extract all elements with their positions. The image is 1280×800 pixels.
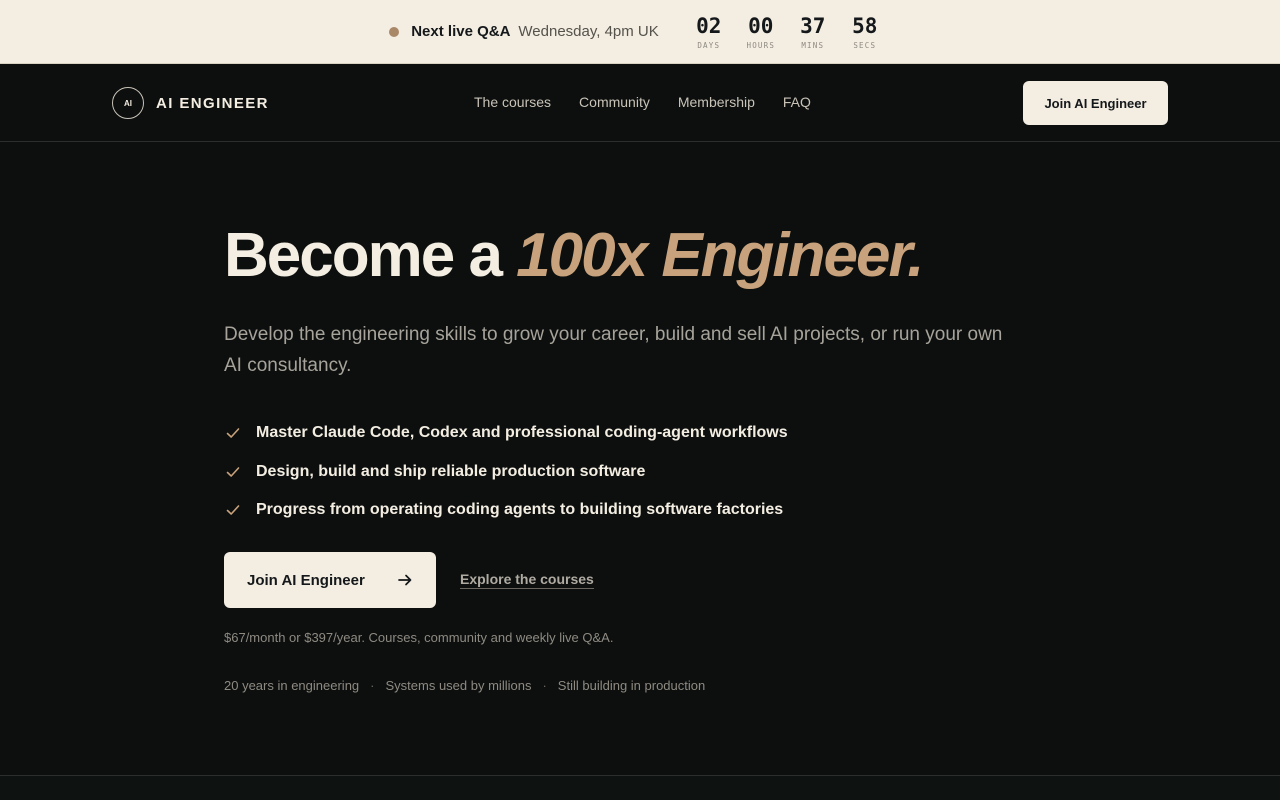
arrow-right-icon [398, 574, 412, 586]
credibility-stats: 20 years in engineering · Systems used b… [224, 678, 705, 693]
stat-item: 20 years in engineering [224, 678, 360, 693]
live-dot-icon [389, 26, 400, 37]
check-icon [226, 428, 240, 439]
countdown-label: SECS [853, 40, 877, 50]
feature-item: Progress from operating coding agents to… [224, 491, 788, 530]
live-qa-label: Next live Q&A [411, 23, 511, 40]
brand-mark-icon: AI [112, 87, 144, 119]
headline-accent: 100x Engineer. [516, 221, 924, 290]
announcement-bar: Next live Q&A Wednesday, 4pm UK 02 DAYS … [0, 0, 1280, 64]
cta-row: Join AI Engineer Explore the courses [224, 552, 594, 608]
stat-item: Systems used by millions [385, 678, 532, 693]
feature-item: Master Claude Code, Codex and profession… [224, 414, 788, 453]
countdown-label: DAYS [697, 40, 721, 50]
countdown-days: 02 DAYS [683, 14, 735, 50]
countdown-timer: 02 DAYS 00 HOURS 37 MINS 58 SECS [683, 14, 891, 50]
countdown-value: 00 [748, 13, 774, 38]
nav-link-community[interactable]: Community [579, 94, 650, 110]
nav-link-membership[interactable]: Membership [678, 94, 755, 110]
explore-courses-link[interactable]: Explore the courses [460, 571, 594, 589]
hero-subhead: Develop the engineering skills to grow y… [224, 324, 1003, 376]
headline-lead: Become a [224, 221, 503, 290]
live-qa-time: Wednesday, 4pm UK [518, 23, 659, 40]
countdown-value: 37 [800, 13, 826, 38]
feature-text: Design, build and ship reliable producti… [256, 462, 646, 480]
feature-text: Progress from operating coding agents to… [256, 501, 784, 519]
stat-separator: · [370, 678, 375, 693]
countdown-hours: 00 HOURS [735, 14, 787, 50]
stat-item: Still building in production [557, 678, 706, 693]
brand-logo-link[interactable]: AI AI ENGINEER [112, 86, 269, 120]
main-nav: AI AI ENGINEER The courses Community Mem… [0, 64, 1280, 142]
countdown-secs: 58 SECS [839, 14, 891, 50]
section-divider [0, 775, 1280, 800]
feature-text: Master Claude Code, Codex and profession… [256, 424, 788, 442]
countdown-value: 02 [696, 13, 722, 38]
hero-headline: Become a 100x Engineer. [224, 220, 924, 292]
check-icon [226, 466, 240, 477]
nav-link-courses[interactable]: The courses [474, 94, 551, 110]
countdown-label: HOURS [746, 40, 776, 50]
countdown-mins: 37 MINS [787, 14, 839, 50]
check-icon [226, 505, 240, 516]
nav-link-faq[interactable]: FAQ [783, 94, 811, 110]
pricing-note: $67/month or $397/year. Courses, communi… [224, 630, 614, 645]
nav-links: The courses Community Membership FAQ [474, 94, 839, 110]
brand-name: AI ENGINEER [156, 94, 269, 112]
countdown-value: 58 [852, 13, 878, 38]
countdown-label: MINS [801, 40, 825, 50]
nav-join-button[interactable]: Join AI Engineer [1023, 81, 1168, 125]
feature-item: Design, build and ship reliable producti… [224, 453, 788, 492]
announcement-content: Next live Q&A Wednesday, 4pm UK 02 DAYS … [389, 14, 891, 50]
feature-list: Master Claude Code, Codex and profession… [224, 414, 788, 530]
join-button[interactable]: Join AI Engineer [224, 552, 436, 608]
stat-separator: · [542, 678, 547, 693]
join-button-label: Join AI Engineer [247, 571, 365, 589]
